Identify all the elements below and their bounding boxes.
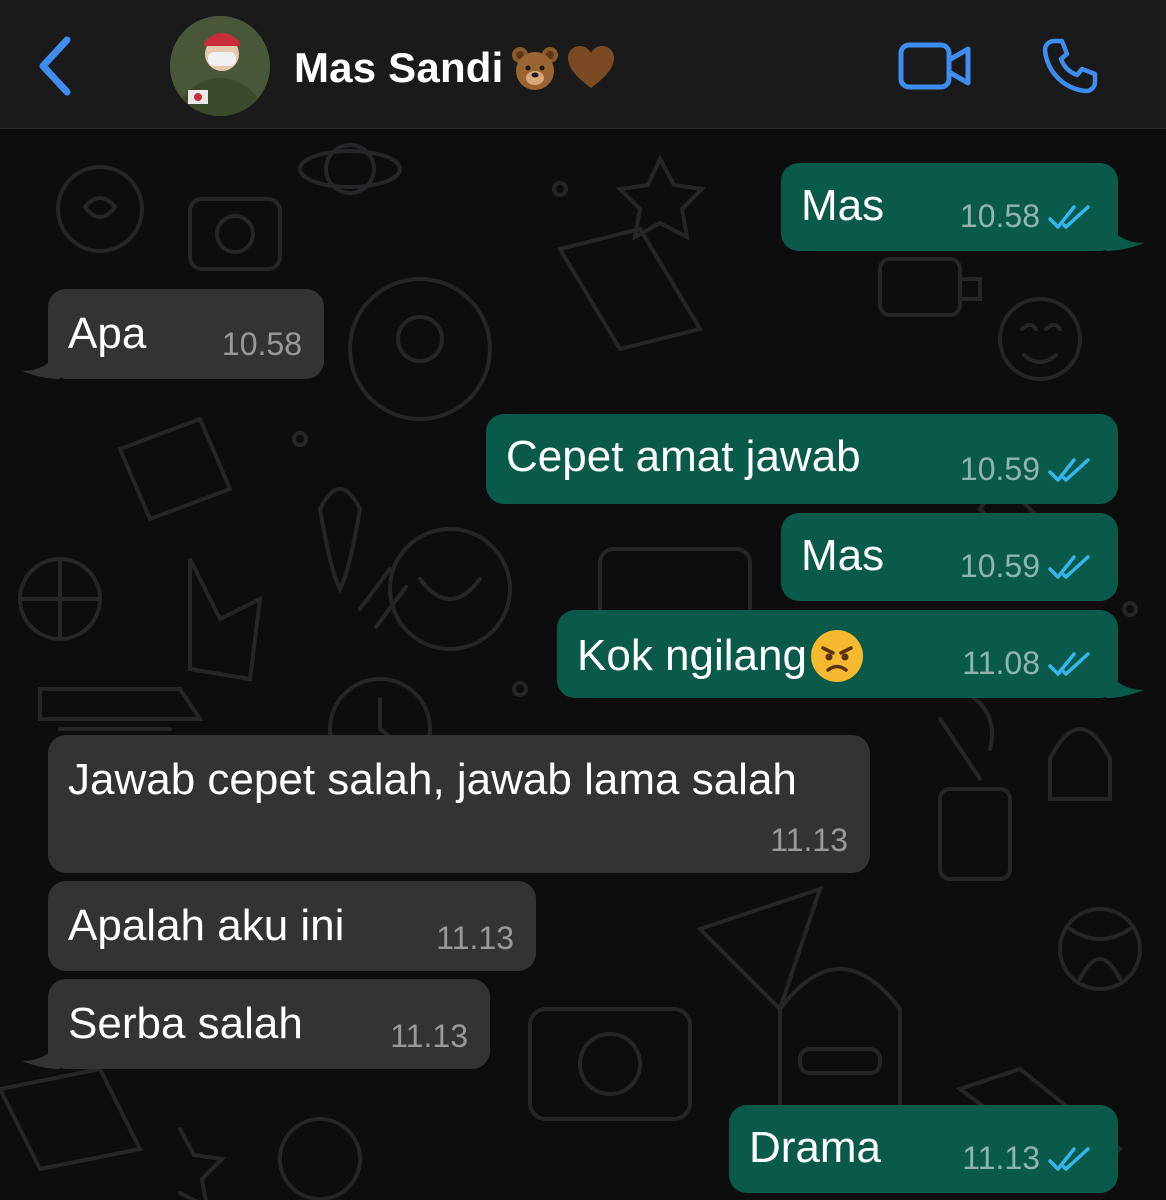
bubble-tail [22, 1039, 60, 1069]
chat-header: Mas Sandi [0, 0, 1166, 129]
message-incoming[interactable]: Serba salah 11.13 [48, 979, 490, 1069]
message-meta: 10.59 [960, 451, 1092, 488]
bubble-tail [1106, 221, 1144, 251]
message-meta: 10.58 [222, 326, 302, 363]
message-time: 10.58 [959, 198, 1040, 234]
message-text: Apalah aku ini [68, 901, 345, 950]
read-ticks-icon [1048, 651, 1090, 676]
message-outgoing[interactable]: Cepet amat jawab 10.59 [486, 414, 1118, 504]
message-outgoing[interactable]: Kok ngilang 11.08 [557, 610, 1118, 698]
message-text-wrap: Kok ngilang [577, 628, 865, 684]
message-time: 11.08 [962, 645, 1040, 681]
chat-area[interactable]: Mas 10.58 Apa 10.58 Cepet amat jawab 10.… [0, 129, 1166, 1200]
message-meta: 11.08 [962, 645, 1092, 682]
message-outgoing[interactable]: Mas 10.58 [781, 163, 1118, 251]
read-ticks-icon [1048, 204, 1090, 229]
message-time: 11.13 [770, 822, 848, 858]
brown-heart-emoji [567, 46, 614, 88]
message-text: Mas [801, 181, 885, 230]
message-meta: 10.59 [960, 548, 1092, 585]
avatar-photo [170, 16, 270, 116]
voice-call-button[interactable] [1040, 36, 1100, 96]
read-ticks-icon [1048, 457, 1090, 482]
read-ticks-icon [1048, 1146, 1090, 1171]
angry-face-emoji [810, 630, 863, 682]
message-time: 10.59 [959, 451, 1040, 487]
message-incoming[interactable]: Apalah aku ini 11.13 [48, 881, 536, 971]
video-call-button[interactable] [898, 40, 974, 92]
back-button[interactable] [30, 34, 80, 98]
message-text: Mas [801, 531, 885, 580]
phone-icon [1042, 38, 1098, 94]
message-text: Drama [749, 1123, 882, 1172]
message-time: 11.13 [390, 1018, 468, 1054]
contact-name-text: Mas Sandi [294, 44, 504, 91]
message-text: Kok ngilang [577, 631, 807, 680]
message-text: Jawab cepet salah, jawab lama salah [68, 755, 797, 804]
bubble-tail [1106, 668, 1144, 698]
avatar[interactable] [170, 16, 270, 116]
message-time: 10.59 [959, 548, 1040, 584]
message-incoming[interactable]: Jawab cepet salah, jawab lama salah 11.1… [48, 735, 870, 873]
message-outgoing[interactable]: Mas 10.59 [781, 513, 1118, 601]
contact-name[interactable]: Mas Sandi [294, 40, 616, 96]
message-text: Serba salah [68, 999, 303, 1048]
message-meta: 11.13 [770, 822, 848, 859]
message-text: Apa [68, 309, 147, 358]
message-outgoing[interactable]: Drama 11.13 [729, 1105, 1118, 1193]
message-incoming[interactable]: Apa 10.58 [48, 289, 324, 379]
bubble-tail [22, 349, 60, 379]
message-time: 11.13 [962, 1140, 1040, 1176]
bear-emoji [511, 47, 558, 90]
read-ticks-icon [1048, 554, 1090, 579]
message-meta: 11.13 [390, 1018, 468, 1055]
message-meta: 10.58 [960, 198, 1092, 235]
message-time: 10.58 [221, 326, 302, 362]
message-meta: 11.13 [962, 1140, 1092, 1177]
message-text: Cepet amat jawab [506, 432, 861, 481]
chevron-left-icon [39, 36, 71, 96]
message-time: 11.13 [436, 920, 514, 956]
video-camera-icon [898, 42, 971, 90]
message-meta: 11.13 [436, 920, 514, 957]
